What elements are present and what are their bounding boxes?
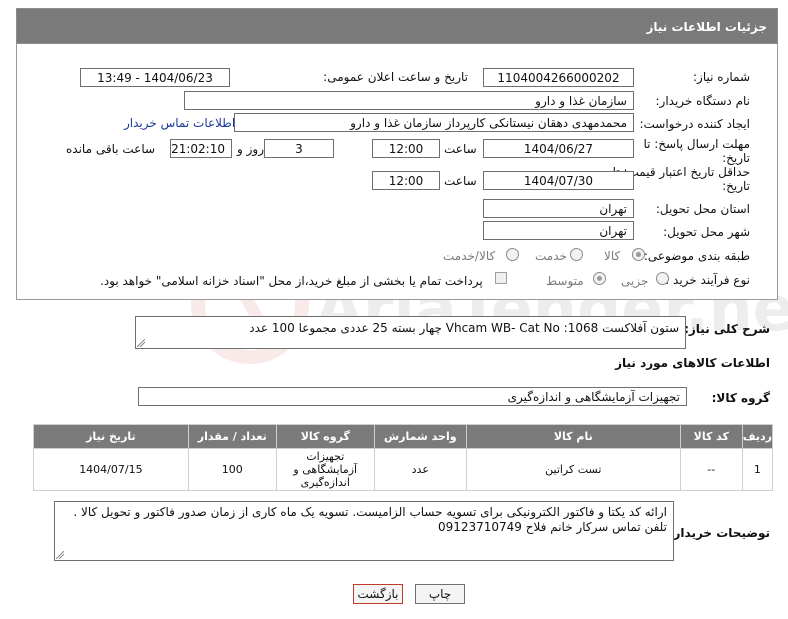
days-label: روز و xyxy=(237,142,264,156)
treasury-checkbox[interactable] xyxy=(495,272,507,284)
category-radio-service[interactable] xyxy=(570,248,583,261)
process-type-label: نوع فرآیند خرید : xyxy=(665,273,750,287)
table-header-row: ردیف کد کالا نام کالا واحد شمارش گروه کا… xyxy=(33,424,774,449)
deadline-date-field[interactable]: 1404/06/27 xyxy=(483,139,634,158)
panel-header: جزئیات اطلاعات نیاز xyxy=(16,8,778,44)
general-desc-text: ستون آفلاکست Vhcam WB- Cat No :1068 چهار… xyxy=(249,321,679,335)
price-validity-time-field[interactable]: 12:00 xyxy=(372,171,440,190)
remaining-time-field[interactable]: 21:02:10 xyxy=(170,139,232,158)
process-option-minor: جزیی xyxy=(621,274,649,288)
cell-quantity: 100 xyxy=(187,448,277,491)
category-option-goods-service: کالا/خدمت xyxy=(443,249,496,263)
buyer-contact-link[interactable]: اطلاعات تماس خریدار xyxy=(124,116,235,130)
category-label: طبقه بندی موضوعی: xyxy=(643,249,750,263)
buyer-notes-field[interactable]: ارائه کد یکتا و فاکتور الکترونیکی برای ت… xyxy=(54,501,674,561)
buyer-org-field[interactable]: سازمان غذا و دارو xyxy=(184,91,634,110)
deadline-time-field[interactable]: 12:00 xyxy=(372,139,440,158)
cell-goods-code: -- xyxy=(679,448,743,491)
price-validity-time-label: ساعت xyxy=(444,174,477,188)
announce-date-field[interactable]: 1404/06/23 - 13:49 xyxy=(80,68,230,87)
need-number-label: شماره نیاز: xyxy=(693,70,750,84)
col-header-goods-code: کد کالا xyxy=(679,424,743,449)
category-option-goods: کالا xyxy=(604,249,621,263)
col-header-unit: واحد شمارش xyxy=(373,424,467,449)
deadline-time-label: ساعت xyxy=(444,142,477,156)
print-button[interactable]: چاپ xyxy=(415,584,465,604)
col-header-goods-group: گروه کالا xyxy=(275,424,375,449)
col-header-goods-name: نام کالا xyxy=(465,424,681,449)
resize-handle-icon[interactable] xyxy=(137,339,145,347)
goods-group-label: گروه کالا: xyxy=(711,391,770,405)
cell-need-date: 1404/07/15 xyxy=(33,448,189,491)
col-header-quantity: تعداد / مقدار xyxy=(187,424,277,449)
back-button[interactable]: بازگشت xyxy=(353,584,403,604)
cell-goods-group: تجهیزات آزمایشگاهی و اندازه‌گیری xyxy=(275,448,375,491)
category-radio-goods-service[interactable] xyxy=(506,248,519,261)
requester-label: ایجاد کننده درخواست: xyxy=(639,117,750,131)
buyer-org-label: نام دستگاه خریدار: xyxy=(655,94,751,108)
province-field[interactable]: تهران xyxy=(483,199,634,218)
table-row[interactable]: 1 -- تست کراتین عدد تجهیزات آزمایشگاهی و… xyxy=(33,448,774,491)
deadline-label: مهلت ارسال پاسخ: تا تاریخ: xyxy=(643,137,750,165)
buyer-notes-text: ارائه کد یکتا و فاکتور الکترونیکی برای ت… xyxy=(73,505,667,534)
process-option-medium: متوسط xyxy=(546,274,584,288)
announce-date-label: تاریخ و ساعت اعلان عمومی: xyxy=(323,70,468,84)
panel-title: جزئیات اطلاعات نیاز xyxy=(646,20,767,34)
cell-goods-name: تست کراتین xyxy=(465,448,681,491)
need-number-field[interactable]: 1104004266000202 xyxy=(483,68,634,87)
days-remaining-field[interactable]: 3 xyxy=(264,139,334,158)
category-radio-goods[interactable] xyxy=(632,248,645,261)
cell-row-number: 1 xyxy=(741,448,774,491)
process-radio-minor[interactable] xyxy=(656,272,669,285)
city-label: شهر محل تحویل: xyxy=(663,225,750,239)
items-table: ردیف کد کالا نام کالا واحد شمارش گروه کا… xyxy=(33,424,774,491)
general-desc-label: شرح کلی نیاز: xyxy=(684,322,770,336)
col-header-row-number: ردیف xyxy=(741,424,774,449)
remaining-time-label: ساعت باقی مانده xyxy=(66,142,156,156)
cell-unit: عدد xyxy=(373,448,467,491)
price-validity-date-field[interactable]: 1404/07/30 xyxy=(483,171,634,190)
city-field[interactable]: تهران xyxy=(483,221,634,240)
goods-group-field[interactable]: تجهیزات آزمایشگاهی و اندازه‌گیری xyxy=(138,387,687,406)
process-radio-medium[interactable] xyxy=(593,272,606,285)
general-desc-field[interactable]: ستون آفلاکست Vhcam WB- Cat No :1068 چهار… xyxy=(135,316,686,349)
treasury-payment-note: پرداخت تمام یا بخشی از مبلغ خرید،از محل … xyxy=(100,274,483,288)
buyer-notes-label: توضیحات خریدار: xyxy=(668,526,770,540)
requester-field[interactable]: محمدمهدی دهقان نیستانکی کارپرداز سازمان … xyxy=(234,113,634,132)
resize-handle-icon[interactable] xyxy=(56,551,64,559)
col-header-need-date: تاریخ نیاز xyxy=(33,424,189,449)
goods-info-title: اطلاعات کالاهای مورد نیاز xyxy=(615,356,770,370)
province-label: استان محل تحویل: xyxy=(655,202,750,216)
category-option-service: خدمت xyxy=(535,249,567,263)
